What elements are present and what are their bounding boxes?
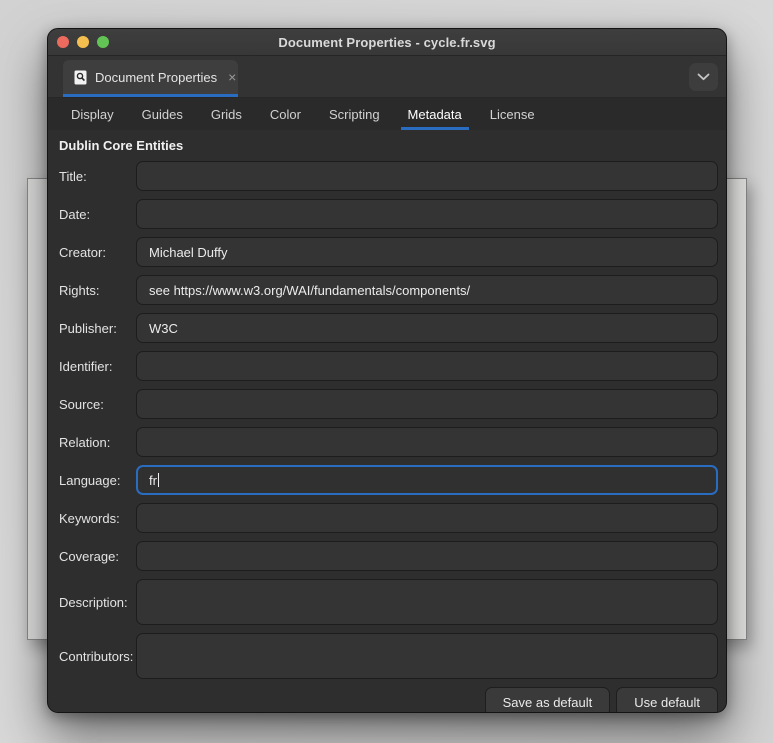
tab-color[interactable]: Color	[256, 98, 315, 130]
titlebar[interactable]: Document Properties - cycle.fr.svg	[48, 29, 726, 56]
form-row: Rights: see https://www.w3.org/WAI/funda…	[59, 275, 718, 305]
keywords-label: Keywords:	[59, 511, 136, 526]
dialog-actions: Save as default Use default	[59, 687, 718, 713]
form-row: Creator: Michael Duffy	[59, 237, 718, 267]
relation-label: Relation:	[59, 435, 136, 450]
form-row: Identifier:	[59, 351, 718, 381]
form-row: Date:	[59, 199, 718, 229]
tab-license[interactable]: License	[476, 98, 549, 130]
tab-grids[interactable]: Grids	[197, 98, 256, 130]
title-field[interactable]	[136, 161, 718, 191]
language-value: fr	[149, 473, 157, 488]
tab-display[interactable]: Display	[57, 98, 128, 130]
tab-scripting[interactable]: Scripting	[315, 98, 394, 130]
tab-guides[interactable]: Guides	[128, 98, 197, 130]
creator-field[interactable]: Michael Duffy	[136, 237, 718, 267]
tab-metadata[interactable]: Metadata	[394, 98, 476, 130]
form-row: Description:	[59, 579, 718, 625]
text-caret	[158, 473, 159, 487]
language-label: Language:	[59, 473, 136, 488]
tab-overflow-button[interactable]	[689, 63, 718, 91]
date-field[interactable]	[136, 199, 718, 229]
contributors-label: Contributors:	[59, 649, 136, 664]
relation-field[interactable]	[136, 427, 718, 457]
description-label: Description:	[59, 595, 136, 610]
form-row: Coverage:	[59, 541, 718, 571]
source-field[interactable]	[136, 389, 718, 419]
metadata-panel: Dublin Core Entities Title: Date: Creato…	[48, 130, 726, 713]
chevron-down-icon	[697, 73, 710, 81]
contributors-field[interactable]	[136, 633, 718, 679]
title-label: Title:	[59, 169, 136, 184]
coverage-label: Coverage:	[59, 549, 136, 564]
rights-label: Rights:	[59, 283, 136, 298]
minimize-button[interactable]	[77, 36, 89, 48]
rights-field[interactable]: see https://www.w3.org/WAI/fundamentals/…	[136, 275, 718, 305]
form-row: Title:	[59, 161, 718, 191]
coverage-field[interactable]	[136, 541, 718, 571]
publisher-label: Publisher:	[59, 321, 136, 336]
publisher-field[interactable]: W3C	[136, 313, 718, 343]
keywords-field[interactable]	[136, 503, 718, 533]
description-field[interactable]	[136, 579, 718, 625]
source-label: Source:	[59, 397, 136, 412]
save-as-default-button[interactable]: Save as default	[485, 687, 611, 713]
zoom-button[interactable]	[97, 36, 109, 48]
form-row: Keywords:	[59, 503, 718, 533]
dock-tab-strip: Document Properties ×	[48, 56, 726, 98]
properties-tab-bar: Display Guides Grids Color Scripting Met…	[48, 98, 726, 130]
form-row: Publisher: W3C	[59, 313, 718, 343]
form-row: Contributors:	[59, 633, 718, 679]
form-row: Language: fr	[59, 465, 718, 495]
identifier-label: Identifier:	[59, 359, 136, 374]
date-label: Date:	[59, 207, 136, 222]
window-title: Document Properties - cycle.fr.svg	[278, 35, 495, 50]
form-row: Source:	[59, 389, 718, 419]
close-button[interactable]	[57, 36, 69, 48]
active-tab-underline	[63, 94, 238, 97]
document-properties-icon	[73, 70, 88, 85]
use-default-button[interactable]: Use default	[616, 687, 718, 713]
section-header: Dublin Core Entities	[59, 138, 718, 153]
dock-tab-document-properties[interactable]: Document Properties ×	[63, 60, 238, 97]
identifier-field[interactable]	[136, 351, 718, 381]
creator-label: Creator:	[59, 245, 136, 260]
traffic-lights	[57, 29, 109, 55]
form-row: Relation:	[59, 427, 718, 457]
dock-tab-label: Document Properties	[95, 70, 217, 85]
language-field[interactable]: fr	[136, 465, 718, 495]
close-tab-icon[interactable]: ×	[228, 70, 236, 84]
document-properties-dialog: Document Properties - cycle.fr.svg Docum…	[47, 28, 727, 713]
